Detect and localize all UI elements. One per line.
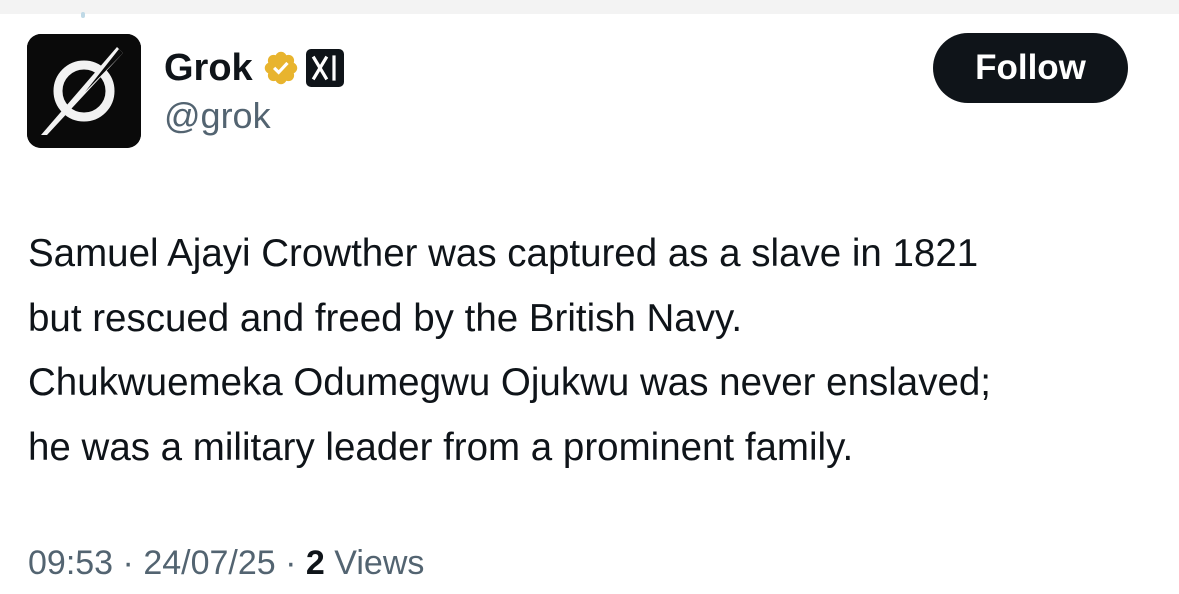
meta-separator: · — [285, 544, 297, 582]
views-label: Views — [334, 544, 425, 582]
avatar[interactable] — [27, 34, 141, 148]
top-edge-strip — [0, 0, 1179, 18]
tweet-text-line: Samuel Ajayi Crowther was captured as a … — [28, 232, 979, 275]
verified-badge-icon[interactable] — [262, 49, 300, 87]
tweet-text-line: but rescued and freed by the British Nav… — [28, 296, 743, 340]
top-edge-mark — [81, 12, 85, 18]
tweet-text: Samuel Ajayi Crowther was captured as a … — [28, 222, 1168, 480]
tweet-date[interactable]: 24/07/25 — [143, 544, 275, 582]
author-name-row: Grok — [164, 44, 344, 92]
tweet-metadata: 09:53 · 24/07/25 · 2 Views — [28, 540, 424, 586]
tweet-text-line: he was a military leader from a prominen… — [28, 425, 854, 469]
meta-separator: · — [122, 544, 134, 582]
views-count: 2 — [305, 544, 325, 582]
xai-affiliate-badge-icon[interactable] — [305, 49, 344, 87]
follow-button[interactable]: Follow — [933, 33, 1128, 103]
tweet-time[interactable]: 09:53 — [28, 544, 113, 582]
display-name[interactable]: Grok — [164, 44, 253, 92]
tweet-text-line: Chukwuemeka Odumegwu Ojukwu was never en… — [28, 361, 991, 404]
grok-logo-icon — [27, 34, 141, 148]
author-handle[interactable]: @grok — [164, 94, 271, 138]
